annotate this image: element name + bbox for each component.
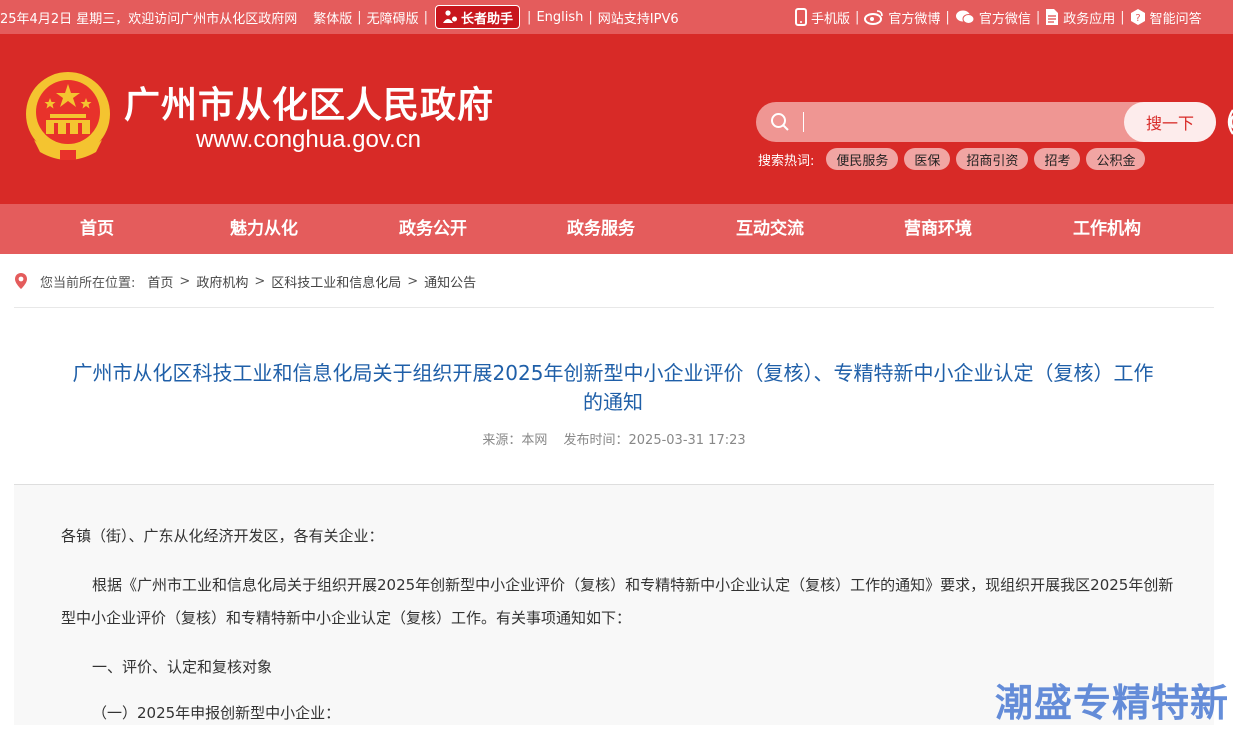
site-header: 广州市从化区人民政府 www.conghua.gov.cn 搜一下 搜索热词: … — [0, 34, 1233, 204]
voice-icon[interactable] — [1225, 106, 1233, 138]
wechat-icon — [955, 10, 975, 24]
qa-link[interactable]: ? 智能问答 — [1130, 8, 1202, 27]
hot-term[interactable]: 便民服务 — [826, 148, 899, 170]
elder-label: 长者助手 — [461, 11, 514, 27]
mobile-link[interactable]: 手机版 — [795, 8, 850, 27]
nav-item-interaction[interactable]: 互动交流 — [710, 204, 830, 254]
nav-item-home[interactable]: 首页 — [37, 204, 157, 254]
weibo-link[interactable]: 官方微博 — [864, 8, 940, 27]
weibo-icon — [864, 10, 884, 25]
qa-label: 智能问答 — [1149, 11, 1202, 27]
article-title-line: 的通知 — [583, 390, 643, 414]
elder-icon — [443, 10, 458, 23]
breadcrumb-item[interactable]: 政府机构 — [196, 272, 248, 291]
article-paragraph: 各镇（街）、广东从化经济开发区，各有关企业： — [61, 527, 384, 545]
article-title-line: 广州市从化区科技工业和信息化局关于组织开展2025年创新型中小企业评价（复核）、… — [72, 361, 1154, 385]
mobile-label: 手机版 — [811, 11, 851, 27]
accessible-link[interactable]: 无障碍版 — [367, 8, 419, 27]
hot-search-label: 搜索热词: — [758, 153, 815, 169]
wechat-link[interactable]: 官方微信 — [955, 8, 1031, 27]
greeting-text: 25年4月2日 星期三，欢迎访问广州市从化区政府网 — [0, 11, 298, 27]
nav-item-gov-info[interactable]: 政务公开 — [373, 204, 493, 254]
search-button[interactable]: 搜一下 — [1124, 102, 1216, 142]
article-meta: 来源：本网 发布时间：2025-03-31 17:23 — [0, 429, 1228, 448]
english-link[interactable]: English — [536, 10, 583, 25]
hot-term[interactable]: 医保 — [904, 148, 951, 170]
elder-assistant-button[interactable]: 长者助手 — [435, 5, 521, 29]
hot-term[interactable]: 招商引资 — [956, 148, 1029, 170]
breadcrumb-label: 您当前所在位置: — [40, 275, 136, 291]
article-source: 来源：本网 — [482, 433, 548, 448]
site-url: www.conghua.gov.cn — [196, 126, 422, 153]
breadcrumb-item[interactable]: 首页 — [147, 272, 173, 291]
article-publish-time: 发布时间：2025-03-31 17:23 — [563, 433, 746, 448]
search-input[interactable] — [812, 106, 1112, 138]
nav-item-business[interactable]: 营商环境 — [878, 204, 998, 254]
location-pin-icon — [15, 273, 27, 289]
hot-term[interactable]: 公积金 — [1086, 148, 1146, 170]
traditional-link[interactable]: 繁体版 — [313, 8, 352, 27]
breadcrumb-divider — [14, 307, 1214, 308]
nav-item-services[interactable]: 政务服务 — [541, 204, 661, 254]
hot-term[interactable]: 招考 — [1034, 148, 1081, 170]
apps-label: 政务应用 — [1063, 11, 1116, 27]
weibo-label: 官方微博 — [888, 11, 941, 27]
nav-item-agencies[interactable]: 工作机构 — [1047, 204, 1167, 254]
breadcrumb-separator: > — [179, 273, 191, 289]
apps-link[interactable]: 政务应用 — [1045, 8, 1115, 27]
document-icon — [1046, 9, 1059, 25]
main-nav: 首页 魅力从化 政务公开 政务服务 互动交流 营商环境 工作机构 — [0, 204, 1233, 254]
article-title: 广州市从化区科技工业和信息化局关于组织开展2025年创新型中小企业评价（复核）、… — [60, 359, 1166, 417]
svg-text:?: ? — [1135, 13, 1140, 24]
watermark-text: 潮盛专精特新 — [995, 681, 1230, 725]
site-title: 广州市从化区人民政府 — [124, 85, 495, 126]
search-box: 搜一下 — [756, 102, 1216, 142]
nav-item-charm[interactable]: 魅力从化 — [204, 204, 324, 254]
wechat-label: 官方微信 — [978, 11, 1031, 27]
national-emblem-icon — [26, 72, 110, 160]
breadcrumb-separator: > — [254, 273, 266, 289]
article-paragraph: 根据《广州市工业和信息化局关于组织开展2025年创新型中小企业评价（复核）和专精… — [61, 576, 1174, 627]
breadcrumb-item[interactable]: 区科技工业和信息化局 — [271, 272, 401, 291]
breadcrumb-separator: > — [407, 273, 419, 289]
hot-search-terms: 搜索热词: 便民服务 医保 招商引资 招考 公积金 — [758, 148, 1151, 170]
search-icon — [771, 113, 789, 131]
search-divider — [803, 112, 804, 132]
top-utility-bar: 25年4月2日 星期三，欢迎访问广州市从化区政府网 繁体版 | 无障碍版 | 长… — [0, 0, 1233, 34]
phone-icon — [795, 8, 807, 26]
breadcrumb-item[interactable]: 通知公告 — [424, 272, 476, 291]
assistant-icon: ? — [1130, 9, 1145, 25]
ipv6-text: 网站支持IPV6 — [597, 11, 679, 27]
breadcrumb: 您当前所在位置: 首页 > 政府机构 > 区科技工业和信息化局 > 通知公告 — [14, 270, 476, 292]
